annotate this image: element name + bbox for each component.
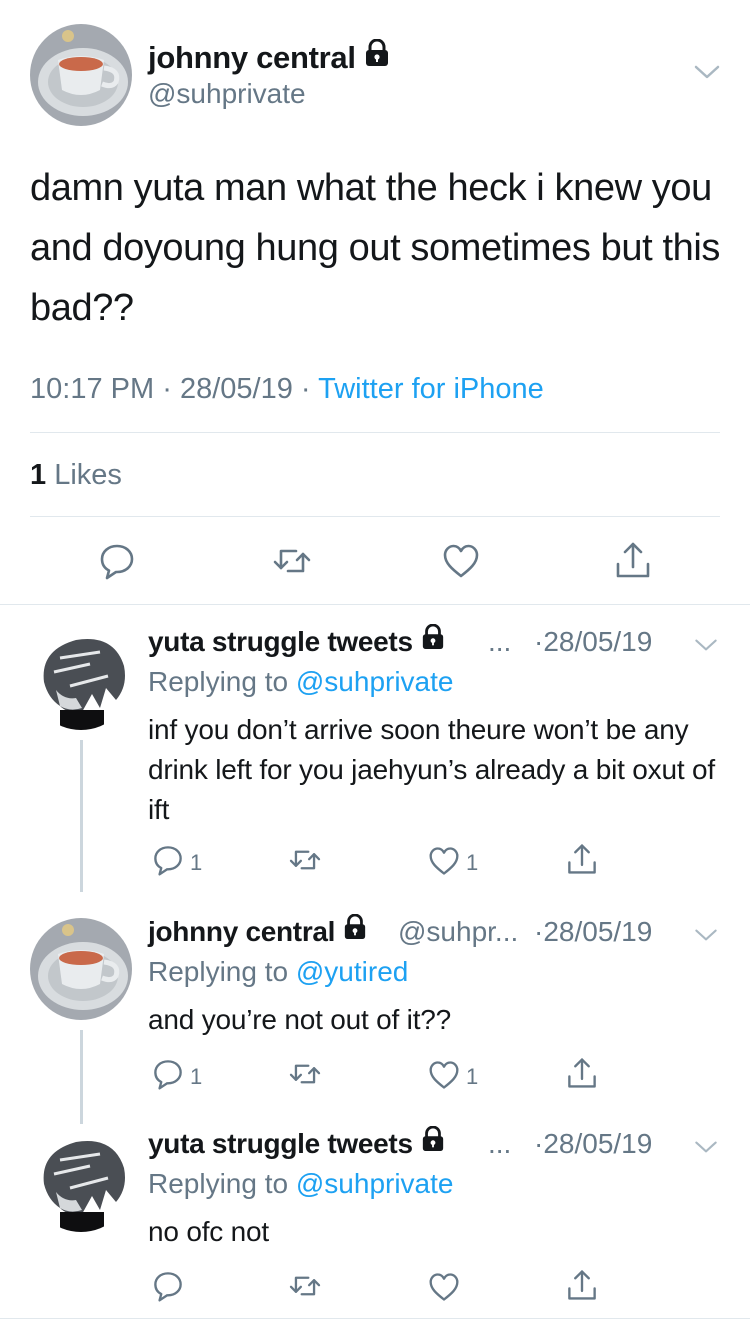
johnny-avatar[interactable] (30, 24, 132, 126)
reply-handle[interactable]: ... (488, 626, 511, 658)
replying-to: Replying to @suhprivate (148, 666, 454, 697)
replying-to-mention[interactable]: @yutired (296, 956, 408, 987)
share-button[interactable] (566, 1268, 598, 1302)
reply-icon (100, 544, 134, 580)
reply-count: 1 (190, 1064, 203, 1089)
replying-to-mention[interactable]: @suhprivate (296, 1168, 454, 1199)
likes-count: 1 (30, 459, 47, 491)
chevron-down-icon[interactable] (694, 1140, 718, 1154)
retweet-icon (289, 850, 321, 870)
lock-icon (364, 38, 390, 75)
reply-display-name[interactable]: yuta struggle tweets (148, 623, 445, 660)
reply-date: ·28/05/19 (534, 1128, 653, 1159)
johnny-avatar[interactable] (30, 918, 132, 1020)
reply-count: 1 (190, 850, 203, 875)
share-button[interactable] (614, 540, 652, 580)
retweet-button[interactable] (288, 1060, 322, 1088)
retweet-icon (289, 1276, 321, 1296)
like-count: 1 (466, 850, 479, 875)
divider (30, 432, 720, 433)
share-icon (568, 1270, 596, 1300)
lock-icon (421, 1125, 445, 1159)
share-icon (568, 1058, 596, 1088)
reply-handle[interactable]: ... (488, 1128, 511, 1160)
reply-tweet: yuta struggle tweets ... ·28/05/19 Reply… (0, 1106, 750, 1321)
chevron-down-icon[interactable] (694, 638, 718, 652)
reply-tweet: johnny central @suhpr... ·28/05/19 Reply… (0, 894, 750, 1124)
like-icon (429, 1061, 459, 1089)
reply-text: no ofc not (148, 1216, 269, 1247)
replying-to: Replying to @suhprivate (148, 1168, 454, 1199)
tweet-text: damn yuta man what the heck i knew you a… (30, 167, 720, 329)
reply-tweet: yuta struggle tweets ... ·28/05/19 Reply… (0, 604, 750, 894)
reply-icon (154, 846, 182, 876)
reply-icon (154, 1060, 182, 1090)
replying-to: Replying to @yutired (148, 956, 409, 987)
reply-button[interactable] (152, 1270, 184, 1302)
retweet-button[interactable] (288, 1272, 322, 1300)
tweet-time: 10:17 PM (30, 373, 155, 405)
main-handle[interactable]: @suhprivate (148, 78, 306, 110)
likes-summary[interactable]: 1 Likes (30, 459, 122, 492)
share-icon (568, 844, 596, 874)
reply-date: ·28/05/19 (534, 916, 653, 947)
reply-icon (154, 1272, 182, 1302)
bottom-divider (0, 1318, 750, 1319)
main-display-name[interactable]: johnny central (148, 38, 390, 78)
replying-to-mention[interactable]: @suhprivate (296, 666, 454, 697)
retweet-icon (273, 549, 311, 573)
reply-handle[interactable]: @suhpr... (398, 916, 518, 948)
reply-button[interactable] (152, 844, 184, 876)
retweet-button[interactable] (288, 846, 322, 874)
divider (30, 516, 720, 517)
tweet-date: 28/05/19 (179, 373, 293, 405)
retweet-icon (289, 1064, 321, 1084)
share-button[interactable] (566, 842, 598, 876)
reply-display-name[interactable]: yuta struggle tweets (148, 1125, 445, 1162)
chevron-down-icon[interactable] (694, 928, 718, 942)
reply-date: ·28/05/19 (534, 626, 653, 657)
chevron-down-icon[interactable] (694, 64, 720, 80)
reply-display-name[interactable]: johnny central (148, 913, 367, 950)
share-icon (616, 542, 650, 578)
like-icon (429, 1273, 459, 1301)
lock-icon (343, 913, 367, 947)
likes-label: Likes (54, 459, 122, 491)
thread-line (80, 740, 83, 892)
like-button[interactable] (428, 846, 460, 876)
yuta-avatar[interactable] (30, 628, 132, 730)
main-tweet: johnny central @suhprivate damn yuta man… (0, 0, 750, 604)
like-icon (429, 847, 459, 875)
like-button[interactable] (442, 543, 480, 579)
reply-text: and you’re not out of it?? (148, 1004, 452, 1035)
reply-text: inf you don’t arrive soon theure won’t b… (148, 714, 715, 825)
tweet-meta: 10:17 PM · 28/05/19 · Twitter for iPhone (30, 373, 544, 405)
tweet-source-link[interactable]: Twitter for iPhone (318, 373, 544, 405)
reply-button[interactable] (98, 542, 136, 580)
retweet-button[interactable] (272, 544, 312, 578)
like-button[interactable] (428, 1060, 460, 1090)
lock-icon (421, 623, 445, 657)
share-button[interactable] (566, 1056, 598, 1090)
reply-button[interactable] (152, 1058, 184, 1090)
like-button[interactable] (428, 1272, 460, 1302)
like-icon (443, 544, 479, 578)
like-count: 1 (466, 1064, 479, 1089)
yuta-avatar[interactable] (30, 1130, 132, 1232)
